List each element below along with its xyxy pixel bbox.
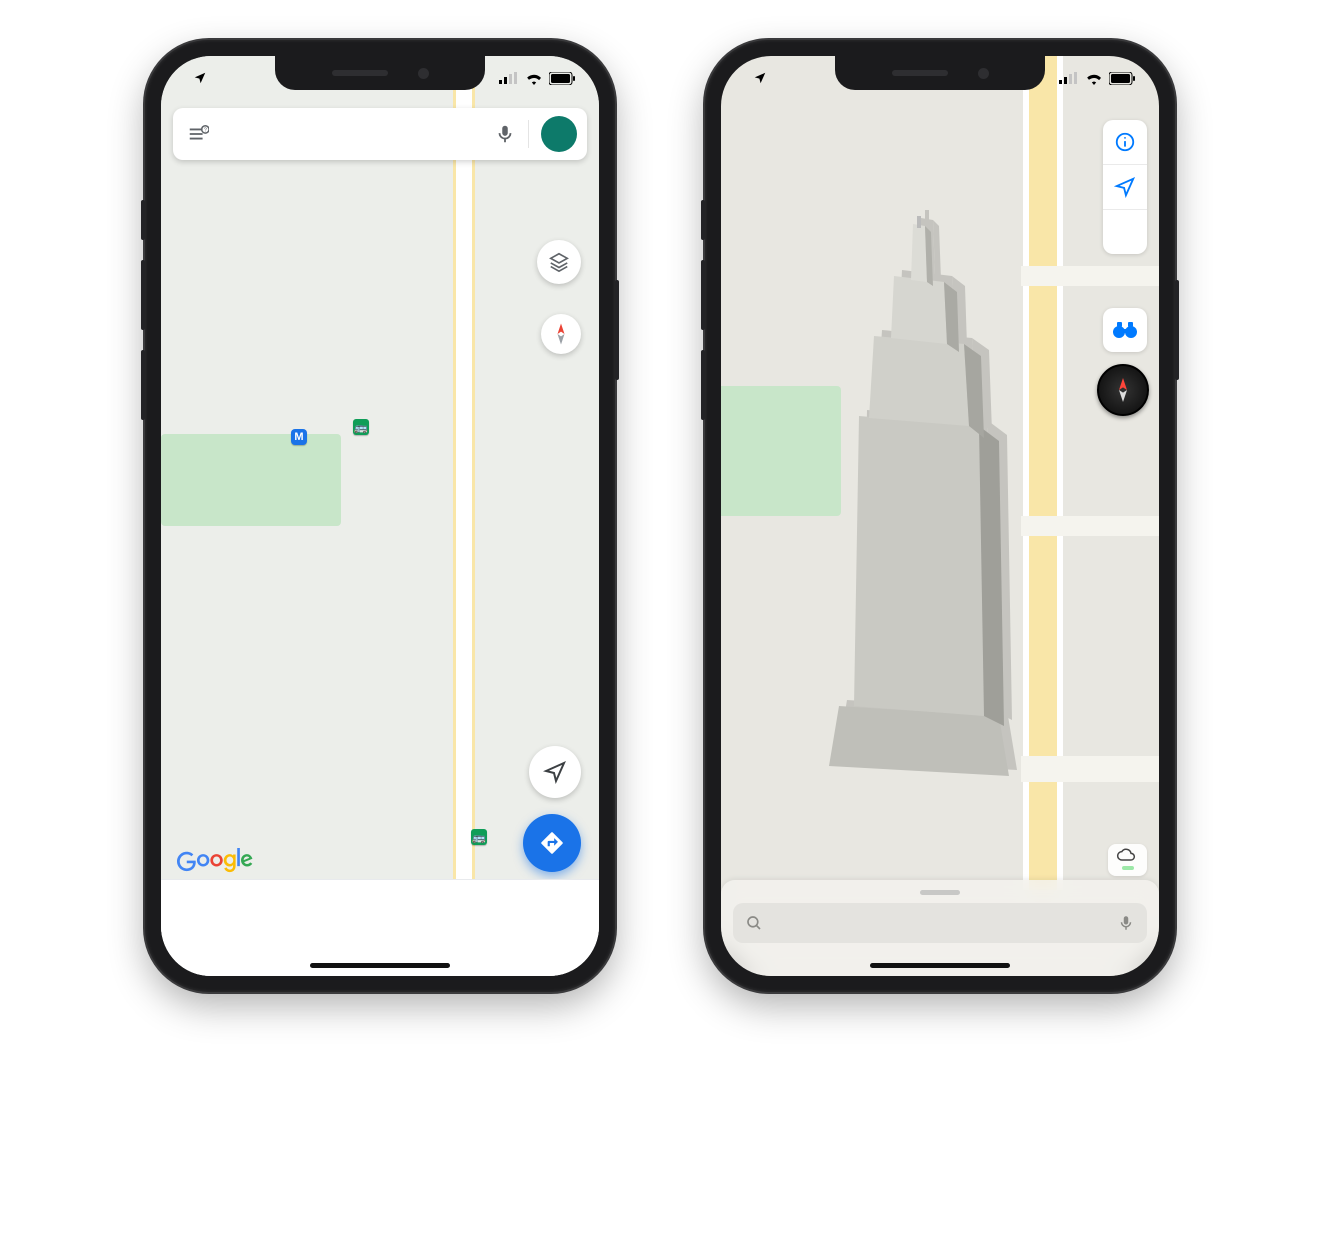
look-around-button[interactable] [1103, 308, 1147, 352]
compass-button[interactable] [1097, 364, 1149, 416]
info-button[interactable] [1103, 120, 1147, 165]
location-arrow-icon [753, 71, 767, 85]
search-bar[interactable]: ? [173, 108, 587, 160]
layers-button[interactable] [537, 240, 581, 284]
cloud-icon [1116, 848, 1136, 862]
apple-map-canvas[interactable] [721, 56, 1159, 976]
building-3d-tower [809, 216, 1029, 781]
svg-text:?: ? [204, 128, 207, 134]
bus-icon: 🚌 [471, 829, 487, 845]
google-maps-phone: M 🚌 🚌 ? [145, 40, 615, 992]
profile-avatar[interactable] [541, 116, 577, 152]
wifi-icon [1085, 72, 1103, 85]
apple-maps-phone [705, 40, 1175, 992]
google-maps-screen[interactable]: M 🚌 🚌 ? [161, 56, 599, 976]
aqi-badge [1122, 866, 1134, 870]
mic-icon[interactable] [494, 123, 516, 145]
cellular-icon [1059, 72, 1079, 84]
mic-icon[interactable] [1117, 914, 1135, 932]
menu-icon[interactable]: ? [187, 123, 209, 145]
battery-icon [1109, 72, 1135, 85]
compass-button[interactable] [541, 314, 581, 354]
bottom-sheet[interactable] [721, 880, 1159, 976]
tracking-button[interactable] [1103, 165, 1147, 210]
bottom-tab-bar[interactable] [161, 879, 599, 976]
subway-icon: M [291, 429, 307, 445]
wifi-icon [525, 72, 543, 85]
map-controls[interactable] [1103, 120, 1147, 254]
sheet-handle[interactable] [920, 890, 960, 895]
search-icon [745, 914, 763, 932]
battery-icon [549, 72, 575, 85]
cellular-icon [499, 72, 519, 84]
view-2d-button[interactable] [1103, 210, 1147, 254]
search-bar[interactable] [733, 903, 1147, 943]
bus-icon: 🚌 [353, 419, 369, 435]
apple-maps-screen[interactable] [721, 56, 1159, 976]
my-location-button[interactable] [529, 746, 581, 798]
weather-widget[interactable] [1108, 844, 1147, 876]
location-arrow-icon [193, 71, 207, 85]
directions-button[interactable] [523, 814, 581, 872]
google-logo [177, 847, 253, 878]
